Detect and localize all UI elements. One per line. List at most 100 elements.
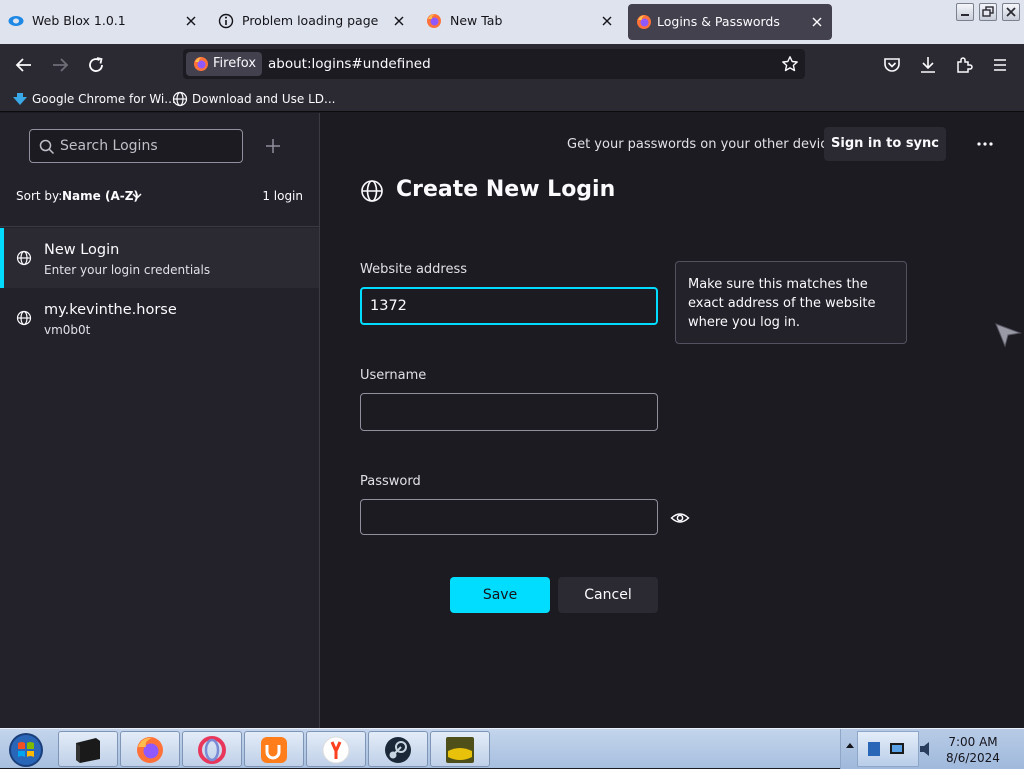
save-button[interactable]: Save bbox=[450, 577, 550, 613]
close-tab-icon[interactable] bbox=[598, 12, 616, 30]
taskbar-app-firefox[interactable] bbox=[120, 731, 180, 767]
website-address-label: Website address bbox=[360, 262, 468, 277]
search-icon bbox=[39, 139, 55, 155]
login-list-item-new[interactable]: New Login Enter your login credentials bbox=[0, 228, 319, 288]
pocket-icon[interactable] bbox=[882, 55, 902, 75]
logins-sidebar: Sort by: Name (A-Z) 1 login New Login En… bbox=[0, 113, 320, 728]
login-list-item-kevinthe-horse[interactable]: my.kevinthe.horse vm0b0t bbox=[0, 288, 319, 348]
tab-label: New Tab bbox=[450, 13, 503, 28]
app-icon bbox=[446, 737, 474, 763]
opera-icon bbox=[198, 736, 226, 764]
bookmarks-toolbar: Google Chrome for Wi... Download and Use… bbox=[0, 86, 1024, 112]
firefox-icon bbox=[637, 15, 651, 29]
globe-icon bbox=[361, 180, 383, 202]
login-title: New Login bbox=[44, 242, 120, 258]
restore-icon bbox=[982, 6, 994, 17]
more-options-icon[interactable] bbox=[971, 135, 999, 153]
clock-date: 8/6/2024 bbox=[946, 751, 1000, 765]
password-label: Password bbox=[360, 474, 421, 489]
url-text[interactable]: about:logins#undefined bbox=[268, 56, 431, 72]
web-blox-icon bbox=[8, 16, 24, 26]
close-tab-icon[interactable] bbox=[808, 13, 826, 31]
login-title: my.kevinthe.horse bbox=[44, 302, 177, 318]
steam-icon bbox=[385, 737, 411, 763]
restore-button[interactable] bbox=[979, 3, 997, 21]
username-input[interactable] bbox=[360, 393, 658, 431]
sort-label: Sort by: bbox=[16, 189, 63, 203]
website-address-tooltip: Make sure this matches the exact address… bbox=[675, 261, 907, 344]
taskbar-app-opera[interactable] bbox=[182, 731, 242, 767]
globe-icon bbox=[172, 91, 188, 107]
firefox-icon bbox=[194, 57, 208, 71]
bookmark-download-ld[interactable]: Download and Use LD... bbox=[172, 90, 335, 108]
login-count: 1 login bbox=[262, 189, 303, 203]
window-app-icon bbox=[76, 738, 100, 763]
tab-web-blox[interactable]: Web Blox 1.0.1 bbox=[0, 2, 208, 40]
login-detail-pane: Get your passwords on your other devices… bbox=[321, 113, 1024, 728]
taskbar-app-uc-browser[interactable] bbox=[244, 731, 304, 767]
identity-label: Firefox bbox=[213, 56, 257, 71]
show-password-icon[interactable] bbox=[670, 508, 690, 528]
minimize-button[interactable] bbox=[956, 3, 974, 21]
bookmark-label: Google Chrome for Wi... bbox=[32, 92, 176, 106]
url-bar[interactable]: Firefox about:logins#undefined bbox=[183, 49, 805, 79]
downloads-icon[interactable] bbox=[918, 55, 938, 75]
cancel-button[interactable]: Cancel bbox=[558, 577, 658, 613]
bookmark-label: Download and Use LD... bbox=[192, 92, 336, 106]
mouse-pointer-icon bbox=[995, 323, 1022, 348]
tab-problem-loading[interactable]: Problem loading page bbox=[210, 2, 418, 40]
chrome-download-icon bbox=[13, 93, 27, 105]
login-subtitle: vm0b0t bbox=[44, 323, 91, 337]
globe-icon bbox=[16, 310, 32, 326]
close-tab-icon[interactable] bbox=[390, 12, 408, 30]
tray-icons bbox=[857, 731, 919, 767]
clock-time: 7:00 AM bbox=[948, 735, 998, 749]
close-window-button[interactable] bbox=[1002, 3, 1020, 21]
taskbar-app-window[interactable] bbox=[58, 731, 118, 767]
list-divider bbox=[0, 226, 319, 227]
tab-label: Web Blox 1.0.1 bbox=[32, 13, 126, 28]
forward-icon[interactable] bbox=[50, 55, 70, 75]
globe-icon bbox=[16, 250, 32, 266]
taskbar: 7:00 AM 8/6/2024 bbox=[0, 728, 1024, 769]
login-subtitle: Enter your login credentials bbox=[44, 263, 211, 277]
close-tab-icon[interactable] bbox=[182, 12, 200, 30]
website-address-input[interactable] bbox=[360, 287, 658, 325]
tab-label: Logins & Passwords bbox=[657, 14, 780, 29]
sort-select[interactable]: Name (A-Z) bbox=[62, 189, 139, 203]
sync-message: Get your passwords on your other devices bbox=[567, 137, 843, 152]
username-label: Username bbox=[360, 368, 427, 383]
sign-in-to-sync-button[interactable]: Sign in to sync bbox=[824, 127, 946, 161]
identity-box[interactable]: Firefox bbox=[186, 52, 262, 76]
start-button-icon[interactable] bbox=[6, 731, 46, 769]
close-icon bbox=[1006, 7, 1016, 17]
minimize-icon bbox=[961, 14, 969, 16]
bookmark-star-icon[interactable] bbox=[781, 55, 799, 73]
volume-icon[interactable] bbox=[918, 739, 934, 759]
taskbar-app-generic[interactable] bbox=[430, 731, 490, 767]
network-icon[interactable] bbox=[858, 732, 918, 766]
search-box[interactable] bbox=[29, 129, 243, 163]
firefox-icon bbox=[137, 737, 163, 763]
password-input[interactable] bbox=[360, 499, 658, 535]
taskbar-app-yandex[interactable] bbox=[306, 731, 366, 767]
clock[interactable]: 7:00 AM 8/6/2024 bbox=[940, 734, 1006, 766]
uc-browser-icon bbox=[261, 737, 287, 763]
back-icon[interactable] bbox=[14, 55, 34, 75]
tab-new-tab[interactable]: New Tab bbox=[418, 2, 626, 40]
taskbar-app-steam[interactable] bbox=[368, 731, 428, 767]
search-logins-input[interactable] bbox=[60, 136, 236, 156]
navigation-toolbar: Firefox about:logins#undefined bbox=[0, 44, 1024, 86]
hamburger-menu-icon[interactable] bbox=[990, 55, 1010, 75]
tab-strip: Web Blox 1.0.1 Problem loading page New … bbox=[0, 0, 1024, 44]
tray-expand-icon[interactable] bbox=[845, 741, 855, 751]
reload-icon[interactable] bbox=[86, 55, 106, 75]
firefox-icon bbox=[427, 14, 441, 28]
add-login-icon[interactable] bbox=[262, 135, 284, 157]
bookmark-google-chrome[interactable]: Google Chrome for Wi... bbox=[12, 90, 176, 108]
yandex-icon bbox=[322, 736, 350, 764]
extensions-icon[interactable] bbox=[954, 55, 974, 75]
info-icon bbox=[218, 13, 234, 29]
tab-logins-passwords[interactable]: Logins & Passwords bbox=[628, 4, 832, 40]
chevron-down-icon[interactable] bbox=[131, 190, 143, 202]
